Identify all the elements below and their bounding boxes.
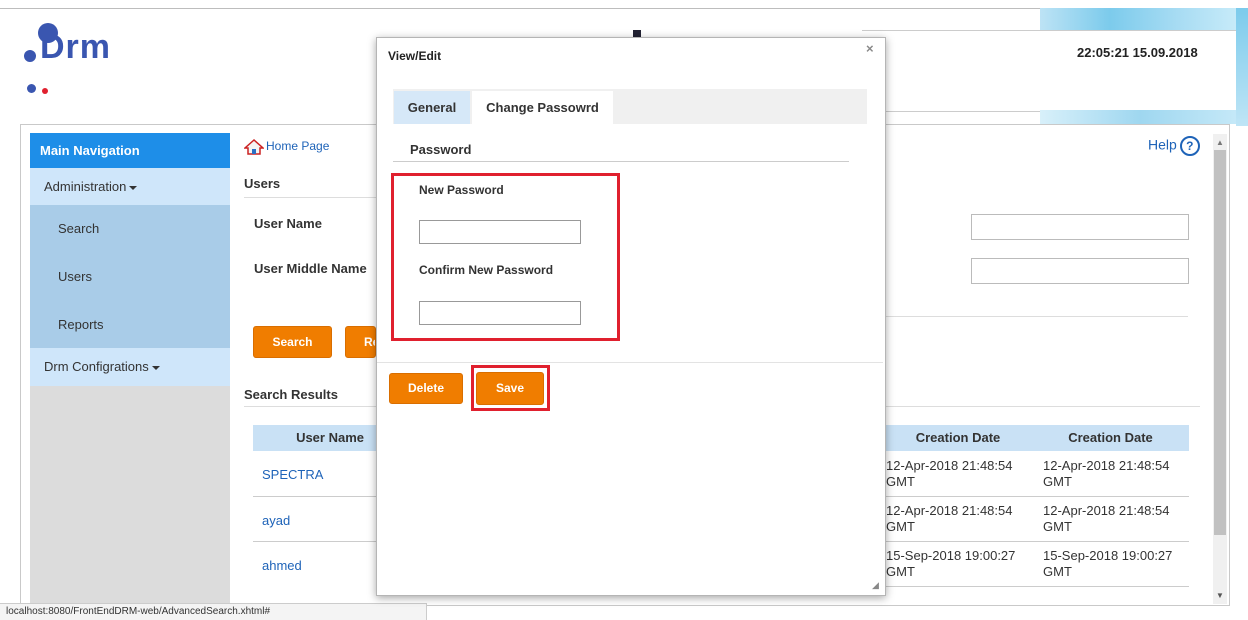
header-banner-image — [1040, 110, 1240, 124]
column-header-user-name[interactable]: User Name — [253, 425, 376, 451]
column-header-creation-date[interactable]: Creation Date — [1032, 425, 1189, 451]
breadcrumb-label: Home Page — [266, 139, 330, 154]
scroll-up-icon[interactable]: ▲ — [1216, 138, 1224, 147]
divider — [377, 362, 883, 363]
new-password-label: New Password — [419, 183, 504, 197]
home-icon — [244, 139, 264, 155]
table-row-user-link[interactable]: ahmed — [262, 558, 302, 573]
datetime-display: 22:05:21 15.09.2018 — [1077, 45, 1198, 60]
sidebar-item-drm-configrations[interactable]: Drm Configrations — [30, 348, 230, 386]
table-row-user-link[interactable]: SPECTRA — [262, 467, 323, 482]
search-results-title: Search Results — [244, 387, 338, 402]
row-divider — [253, 541, 376, 542]
table-cell-date: 15-Sep-2018 19:00:27 GMT — [1043, 548, 1173, 579]
save-button[interactable]: Save — [476, 372, 544, 405]
logo-dot — [42, 88, 48, 94]
column-header-creation-date[interactable]: Creation Date — [884, 425, 1032, 451]
search-button[interactable]: Search — [253, 326, 332, 358]
caret-down-icon — [151, 365, 160, 370]
header-band — [862, 30, 1240, 112]
sidebar-item-users[interactable]: Users — [30, 253, 230, 301]
divider — [882, 406, 1200, 407]
header-banner-image — [1040, 8, 1248, 30]
row-divider — [884, 496, 1189, 497]
help-link[interactable]: Help? — [1148, 136, 1200, 156]
table-cell-date: 12-Apr-2018 21:48:54 GMT — [886, 458, 1013, 489]
header-banner-image — [1236, 8, 1248, 126]
sidebar-title: Main Navigation — [30, 133, 230, 168]
reset-button[interactable]: Re — [345, 326, 376, 358]
dialog-title: View/Edit — [388, 49, 442, 63]
sidebar-item-label: Drm Configrations — [44, 359, 149, 374]
resize-handle-icon[interactable]: ◢ — [872, 580, 879, 591]
logo-dot — [27, 84, 36, 93]
divider — [882, 316, 1188, 317]
confirm-password-input[interactable] — [419, 301, 581, 325]
sidebar-item-administration[interactable]: Administration — [30, 168, 230, 205]
confirm-password-label: Confirm New Password — [419, 263, 554, 277]
scroll-down-icon[interactable]: ▼ — [1216, 591, 1224, 600]
table-cell-date: 12-Apr-2018 21:48:54 GMT — [1043, 458, 1170, 489]
delete-button[interactable]: Delete — [389, 373, 463, 404]
logo-text: Drm — [40, 28, 112, 66]
breadcrumb-home-link[interactable]: Home Page — [244, 139, 329, 155]
search-field-1[interactable] — [971, 214, 1189, 240]
browser-status-bar: localhost:8080/FrontEndDRM-web/AdvancedS… — [0, 603, 427, 620]
table-row-user-link[interactable]: ayad — [262, 513, 290, 528]
table-cell-date: 12-Apr-2018 21:48:54 GMT — [1043, 503, 1170, 534]
users-section-title: Users — [244, 176, 281, 191]
search-field-2[interactable] — [971, 258, 1189, 284]
row-divider — [884, 586, 1189, 587]
row-divider — [884, 541, 1189, 542]
table-cell-date: 15-Sep-2018 19:00:27 GMT — [886, 548, 1016, 579]
column-header-label: User Name — [296, 430, 364, 445]
close-icon[interactable]: × — [866, 41, 874, 56]
logo-dot — [24, 50, 36, 62]
sidebar-item-search[interactable]: Search — [30, 205, 230, 253]
row-divider — [253, 496, 376, 497]
help-label: Help — [1148, 136, 1177, 153]
scrollbar-thumb[interactable] — [1214, 150, 1226, 535]
help-icon: ? — [1179, 136, 1200, 156]
table-cell-date: 12-Apr-2018 21:48:54 GMT — [886, 503, 1013, 534]
sidebar-item-reports[interactable]: Reports — [30, 301, 230, 348]
password-section-title: Password — [410, 142, 472, 157]
divider — [244, 406, 376, 407]
tab-change-password[interactable]: Change Passowrd — [472, 91, 613, 124]
user-middle-name-label: User Middle Name — [254, 261, 367, 276]
tab-general[interactable]: General — [394, 91, 470, 124]
new-password-input[interactable] — [419, 220, 581, 244]
divider — [244, 197, 376, 198]
user-name-label: User Name — [254, 216, 322, 231]
divider — [393, 161, 849, 162]
sidebar-item-label: Administration — [44, 179, 127, 194]
caret-down-icon — [129, 185, 138, 190]
